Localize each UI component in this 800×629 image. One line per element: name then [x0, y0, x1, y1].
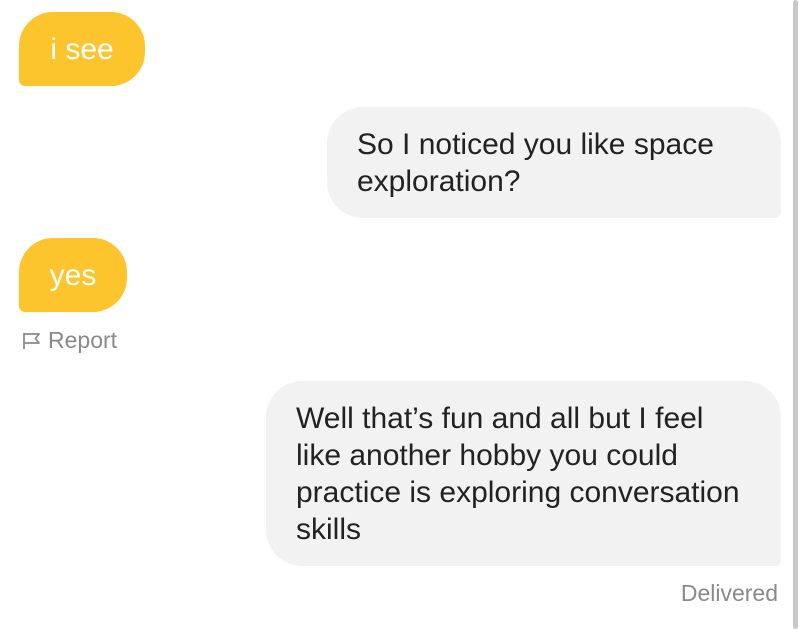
report-button[interactable]: Report	[22, 327, 117, 354]
outgoing-message-bubble: Well that’s fun and all but I feel like …	[266, 381, 781, 566]
message-text: So I noticed you like space exploration?	[357, 127, 714, 198]
report-label: Report	[48, 327, 118, 353]
message-text: Well that’s fun and all but I feel like …	[296, 401, 740, 546]
chat-screen: { "messages": [ { "sender": "them", "tex…	[0, 0, 800, 629]
outgoing-message-bubble: So I noticed you like space exploration?	[327, 107, 781, 218]
incoming-message-bubble: yes	[19, 238, 127, 312]
incoming-message-bubble: i see	[19, 12, 145, 86]
delivery-status: Delivered	[680, 580, 778, 606]
message-text: yes	[49, 258, 97, 292]
message-text: i see	[50, 32, 114, 66]
scrollbar[interactable]	[793, 0, 798, 629]
flag-icon	[22, 332, 42, 350]
